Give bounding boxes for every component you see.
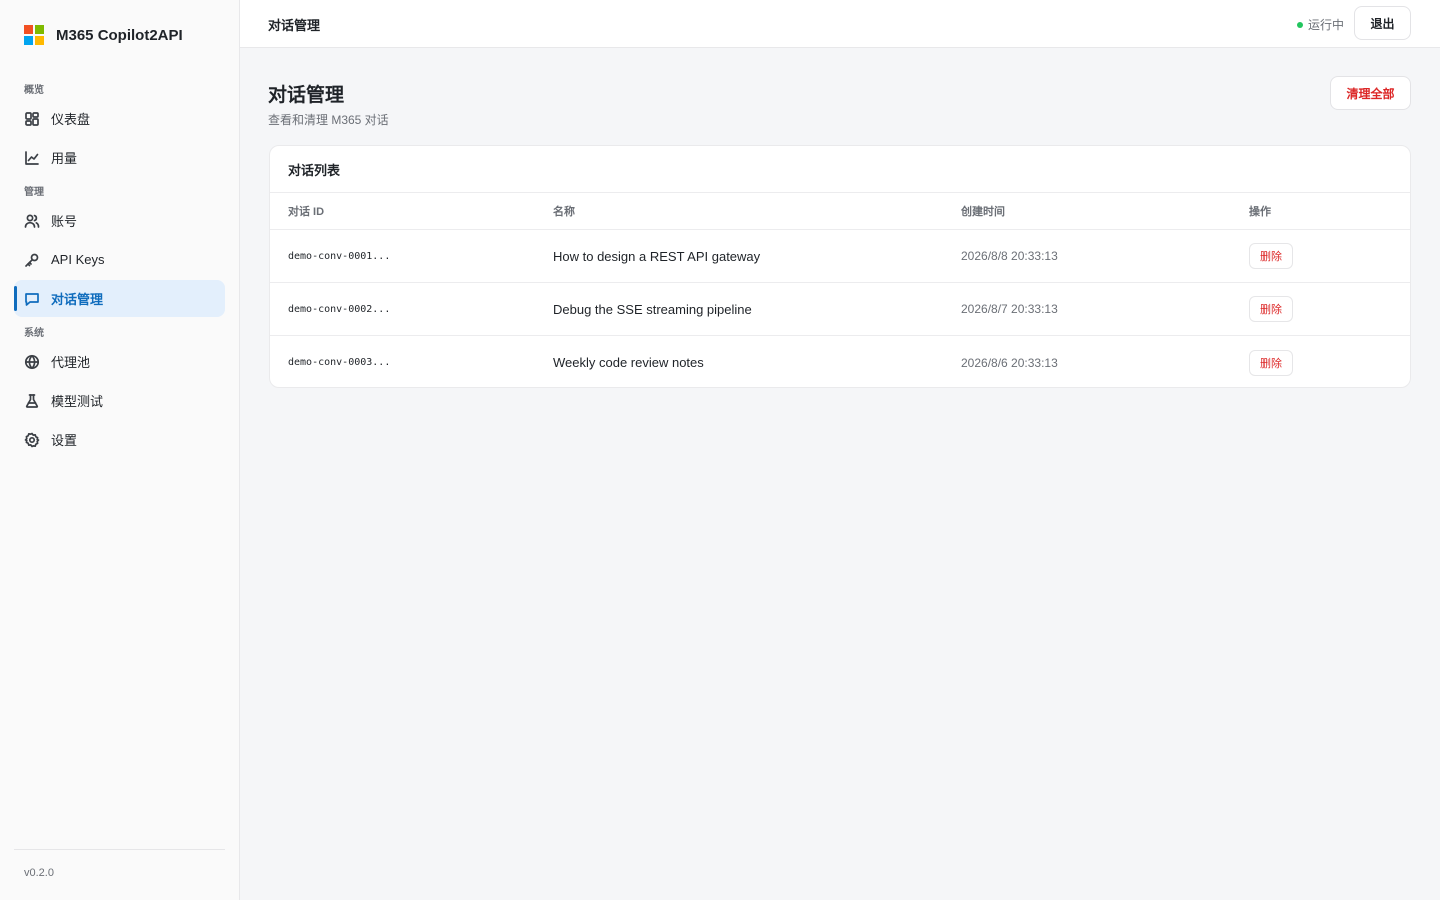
sidebar-item-settings[interactable]: 设置 [14,421,225,458]
message-icon [24,291,40,307]
globe-icon [24,354,40,370]
nav-section-overview: 概览 [24,85,44,96]
column-header-created: 创建时间 [961,206,1005,218]
sidebar-item-dashboard[interactable]: 仪表盘 [14,100,225,137]
conversation-id: demo-conv-0003... [288,357,391,368]
column-header-id: 对话 ID [288,206,325,218]
sidebar-item-api-keys[interactable]: API Keys [14,241,225,278]
status-text: 运行中 [1307,18,1344,32]
sidebar-item-label: 对话管理 [51,292,104,307]
nav-section-manage: 管理 [24,187,44,198]
microsoft-logo-icon [24,25,44,45]
gear-icon [24,432,40,448]
conversation-id: demo-conv-0002... [288,303,391,315]
delete-button[interactable]: 删除 [1249,243,1293,269]
sidebar-item-label: 模型测试 [51,394,104,409]
delete-button[interactable]: 删除 [1249,349,1293,376]
sidebar-item-accounts[interactable]: 账号 [14,202,225,239]
sidebar-item-usage[interactable]: 用量 [14,139,225,176]
users-icon [24,213,40,229]
table-row: demo-conv-0003... Weekly code review not… [270,336,1410,387]
page-title: 对话管理 [268,85,345,106]
conversation-name: Weekly code review notes [553,355,704,370]
logout-button[interactable]: 退出 [1354,6,1411,40]
table-header: 对话 ID 名称 创建时间 操作 [270,193,1410,230]
clear-all-button[interactable]: 清理全部 [1330,76,1411,110]
sidebar-item-label: 代理池 [51,355,91,370]
topbar-title: 对话管理 [268,18,321,33]
table-row: demo-conv-0001... How to design a REST A… [270,230,1410,283]
sidebar-divider [14,849,225,850]
card-title: 对话列表 [270,146,1410,193]
conversation-name: How to design a REST API gateway [553,248,761,264]
sidebar-item-proxy-pool[interactable]: 代理池 [14,343,225,380]
sidebar-nav: 概览 仪表盘 用量 管理 账号 API Keys 对话管理 系统 代理池 模型测… [14,82,225,460]
conversation-created: 2026/8/8 20:33:13 [961,249,1058,263]
chart-line-icon [24,150,40,166]
flask-icon [24,393,40,409]
sidebar-item-model-test[interactable]: 模型测试 [14,382,225,419]
conversation-id: demo-conv-0001... [288,250,391,262]
column-header-name: 名称 [553,206,575,218]
delete-button[interactable]: 删除 [1249,296,1293,322]
column-header-actions: 操作 [1249,206,1271,218]
key-icon [24,252,40,268]
page-subtitle: 查看和清理 M365 对话 [268,113,389,127]
status-indicator: 运行中 [1296,16,1344,33]
sidebar-item-label: API Keys [51,252,105,267]
table-row: demo-conv-0002... Debug the SSE streamin… [270,283,1410,336]
conversation-list-card: 对话列表 对话 ID 名称 创建时间 操作 demo-conv-0001... … [269,145,1411,388]
sidebar-item-label: 账号 [51,214,78,229]
status-dot-icon [1296,21,1303,28]
sidebar-item-conversations[interactable]: 对话管理 [14,280,225,317]
sidebar-item-label: 用量 [51,151,78,166]
brand: M365 Copilot2API [24,24,183,46]
sidebar-item-label: 仪表盘 [51,112,91,127]
topbar: 对话管理 运行中 退出 [240,0,1440,48]
nav-section-system: 系统 [24,328,44,339]
conversation-created: 2026/8/7 20:33:13 [961,302,1058,316]
app-version: v0.2.0 [24,867,54,879]
app-name: M365 Copilot2API [56,26,183,44]
conversation-name: Debug the SSE streaming pipeline [553,301,752,317]
sidebar: M365 Copilot2API 概览 仪表盘 用量 管理 账号 API Key… [0,0,240,900]
dashboard-icon [24,111,40,127]
sidebar-item-label: 设置 [51,433,78,448]
conversation-created: 2026/8/6 20:33:13 [961,355,1058,370]
